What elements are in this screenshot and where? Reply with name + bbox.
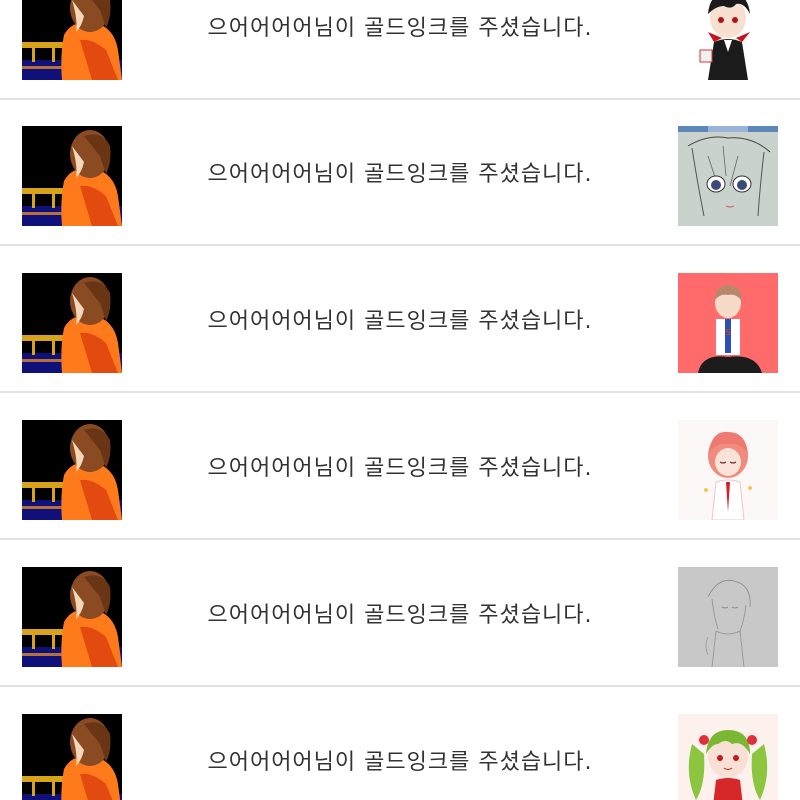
green-twintail-girl-art-image <box>678 714 778 800</box>
notification-row[interactable]: 으어어어어님이 골드잉크를 주셨습니다. <box>0 541 800 687</box>
notification-message: 으어어어어님이 골드잉크를 주셨습니다. <box>207 16 593 41</box>
pink-haired-girl-art-image <box>678 420 778 520</box>
night-bridge-girl-avatar-image <box>22 0 122 80</box>
notification-row[interactable]: 으어어어어님이 골드잉크를 주셨습니다. <box>0 688 800 800</box>
night-bridge-girl-avatar-image <box>22 567 122 667</box>
pencil-sketch-girl-art-image <box>678 126 778 226</box>
svg-text:S: S <box>725 328 730 337</box>
artwork-thumbnail[interactable] <box>678 0 778 80</box>
notification-message: 으어어어어님이 골드잉크를 주셨습니다. <box>207 750 593 775</box>
artwork-thumbnail[interactable] <box>678 714 778 800</box>
vampire-boy-chibi-art-image <box>678 0 778 80</box>
notification-message: 으어어어어님이 골드잉크를 주셨습니다. <box>207 309 593 334</box>
gray-sketch-art-image <box>678 567 778 667</box>
sender-avatar[interactable] <box>22 567 122 667</box>
boy-on-red-background-art-image: S <box>678 273 778 373</box>
sender-avatar[interactable] <box>22 420 122 520</box>
artwork-thumbnail[interactable] <box>678 567 778 667</box>
notification-list: 으어어어어님이 골드잉크를 주셨습니다. 으어어어어님이 골드잉크를 주셨습니다… <box>0 0 800 800</box>
notification-message: 으어어어어님이 골드잉크를 주셨습니다. <box>207 162 593 187</box>
artwork-thumbnail[interactable]: S <box>678 273 778 373</box>
notification-message: 으어어어어님이 골드잉크를 주셨습니다. <box>207 603 593 628</box>
notification-message: 으어어어어님이 골드잉크를 주셨습니다. <box>207 456 593 481</box>
night-bridge-girl-avatar-image <box>22 714 122 800</box>
notification-row[interactable]: 으어어어어님이 골드잉크를 주셨습니다. S <box>0 247 800 393</box>
notification-row[interactable]: 으어어어어님이 골드잉크를 주셨습니다. <box>0 100 800 246</box>
sender-avatar[interactable] <box>22 714 122 800</box>
artwork-thumbnail[interactable] <box>678 420 778 520</box>
notification-row[interactable]: 으어어어어님이 골드잉크를 주셨습니다. <box>0 394 800 540</box>
notification-row[interactable]: 으어어어어님이 골드잉크를 주셨습니다. <box>0 0 800 100</box>
sender-avatar[interactable] <box>22 0 122 80</box>
artwork-thumbnail[interactable] <box>678 126 778 226</box>
sender-avatar[interactable] <box>22 273 122 373</box>
night-bridge-girl-avatar-image <box>22 273 122 373</box>
night-bridge-girl-avatar-image <box>22 126 122 226</box>
night-bridge-girl-avatar-image <box>22 420 122 520</box>
sender-avatar[interactable] <box>22 126 122 226</box>
